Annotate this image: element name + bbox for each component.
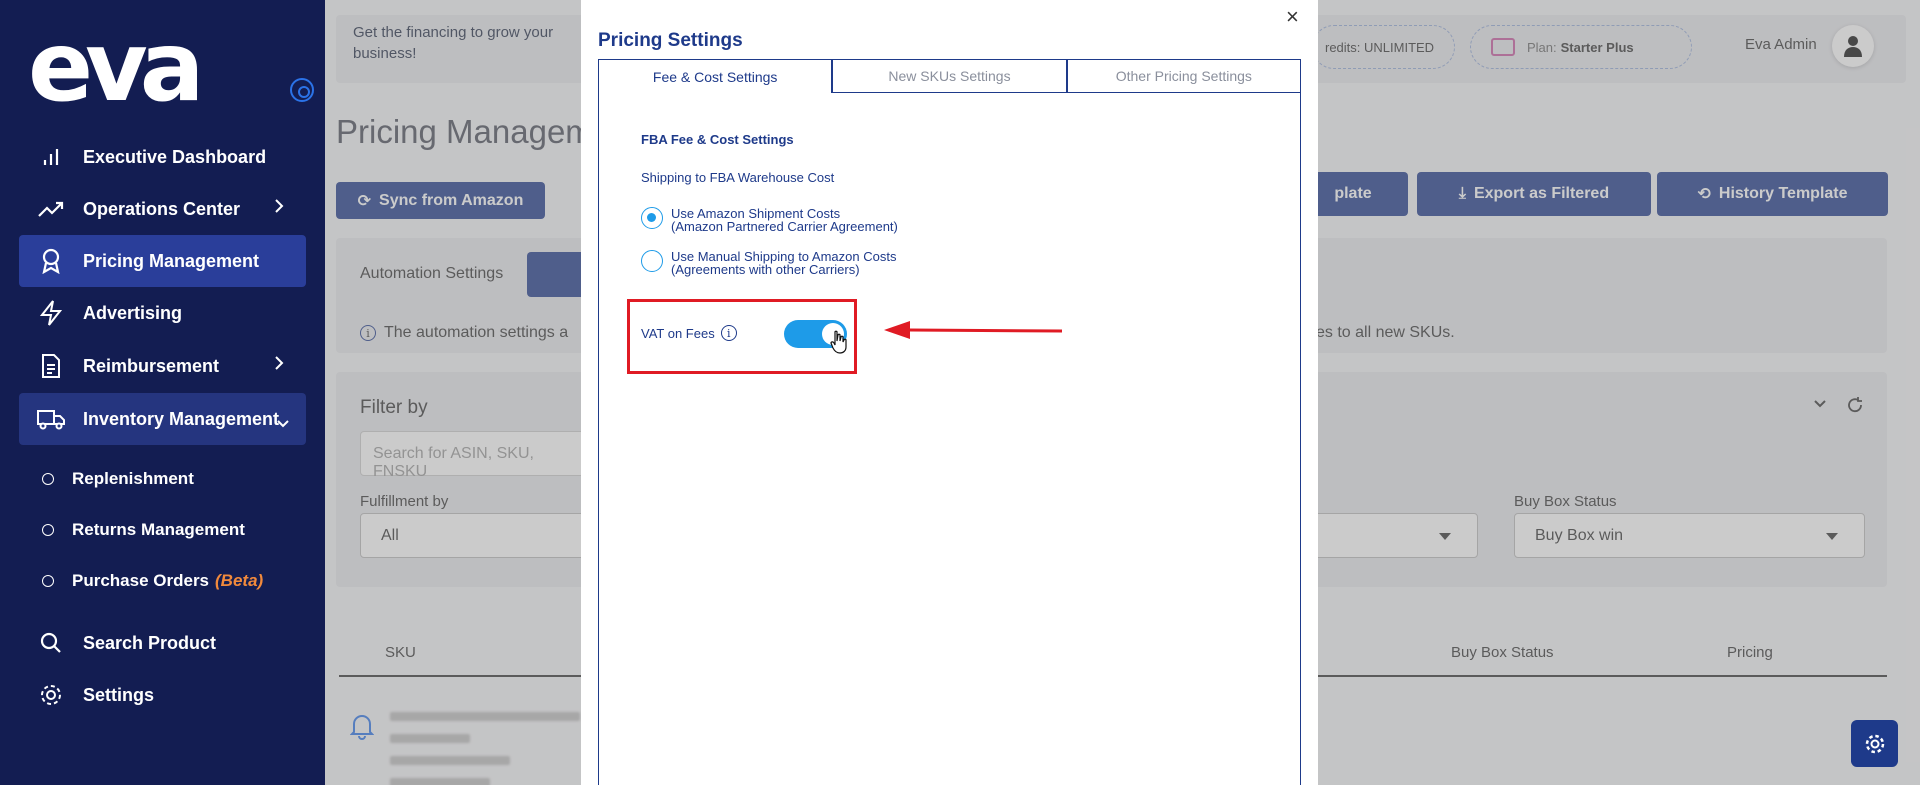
radio-label-line2: (Amazon Partnered Carrier Agreement) [671, 219, 898, 234]
sidebar-item-label: Reimbursement [83, 355, 220, 376]
tab-other-pricing-settings[interactable]: Other Pricing Settings [1066, 59, 1301, 93]
sidebar-item-label: Inventory Management [83, 408, 280, 429]
sidebar-item-search-product[interactable]: Search Product [19, 617, 306, 669]
tab-new-skus-settings[interactable]: New SKUs Settings [832, 59, 1067, 93]
shipping-subtitle: Shipping to FBA Warehouse Cost [641, 170, 835, 185]
chevron-down-icon [276, 413, 290, 434]
sidebar-subitem-purchase-orders[interactable]: Purchase Orders (Beta) [42, 571, 263, 591]
sidebar-item-label: Advertising [83, 302, 183, 323]
chevron-right-icon [274, 198, 284, 219]
modal-tabs: Fee & Cost Settings New SKUs Settings Ot… [598, 59, 1301, 93]
sidebar-item-pricing-management[interactable]: Pricing Management [19, 235, 306, 287]
sidebar-item-label: Pricing Management [83, 250, 260, 271]
bullet-icon [42, 575, 54, 587]
radio-amazon-shipment[interactable]: Use Amazon Shipment Costs (Amazon Partne… [641, 207, 898, 233]
eva-logo: eva [28, 22, 206, 110]
radio-label: Use Amazon Shipment Costs (Amazon Partne… [671, 207, 898, 233]
radio-button[interactable] [641, 207, 663, 229]
vat-label-text: VAT on Fees [641, 325, 715, 341]
radio-button[interactable] [641, 250, 663, 272]
collapse-sidebar-button[interactable] [290, 78, 314, 102]
hand-cursor-icon [830, 330, 847, 354]
sidebar-subitem-label: Purchase Orders [72, 571, 210, 590]
tab-content [598, 93, 1301, 785]
trend-icon [37, 195, 65, 223]
sidebar-item-reimbursement[interactable]: Reimbursement [19, 340, 306, 392]
award-icon [37, 247, 65, 275]
truck-icon [37, 405, 65, 433]
sidebar: eva Executive Dashboard Operations Cente… [0, 0, 325, 785]
sidebar-item-label: Search Product [83, 632, 217, 653]
search-icon [37, 629, 65, 657]
arrow-left-icon [884, 321, 1063, 339]
gear-icon [37, 681, 65, 709]
tab-fee-cost-settings[interactable]: Fee & Cost Settings [598, 59, 833, 93]
sidebar-item-executive-dashboard[interactable]: Executive Dashboard [19, 131, 306, 183]
bullet-icon [42, 473, 54, 485]
close-icon[interactable]: × [1286, 4, 1299, 30]
sidebar-item-advertising[interactable]: Advertising [19, 287, 306, 339]
sidebar-item-label: Settings [83, 684, 155, 705]
gear-icon [1865, 734, 1884, 753]
section-title: FBA Fee & Cost Settings [641, 132, 794, 147]
sidebar-subitem-label: Returns Management [72, 520, 245, 539]
sidebar-subitem-returns-management[interactable]: Returns Management [42, 520, 245, 540]
lightning-icon [37, 299, 65, 327]
radio-label-line2: (Agreements with other Carriers) [671, 262, 860, 277]
radio-label: Use Manual Shipping to Amazon Costs (Agr… [671, 250, 896, 276]
sidebar-item-operations-center[interactable]: Operations Center [19, 183, 306, 235]
vat-on-fees-label: VAT on Fees i [641, 325, 737, 341]
bullet-icon [42, 524, 54, 536]
beta-badge: (Beta) [215, 571, 264, 590]
modal-title: Pricing Settings [598, 30, 743, 51]
sidebar-item-settings[interactable]: Settings [19, 669, 306, 721]
chevron-right-icon [274, 355, 284, 376]
radio-manual-shipping[interactable]: Use Manual Shipping to Amazon Costs (Agr… [641, 250, 896, 276]
sidebar-subitem-label: Replenishment [72, 469, 194, 488]
sidebar-item-label: Executive Dashboard [83, 146, 267, 167]
settings-fab[interactable] [1851, 720, 1898, 767]
document-icon [37, 352, 65, 380]
sidebar-item-label: Operations Center [83, 198, 241, 219]
pricing-settings-modal: Pricing Settings × Fee & Cost Settings N… [581, 0, 1318, 785]
info-icon[interactable]: i [720, 325, 737, 341]
sidebar-item-inventory-management[interactable]: Inventory Management [19, 393, 306, 445]
svg-text:eva: eva [28, 22, 198, 110]
sidebar-subitem-replenishment[interactable]: Replenishment [42, 469, 194, 489]
bar-chart-icon [37, 143, 65, 171]
